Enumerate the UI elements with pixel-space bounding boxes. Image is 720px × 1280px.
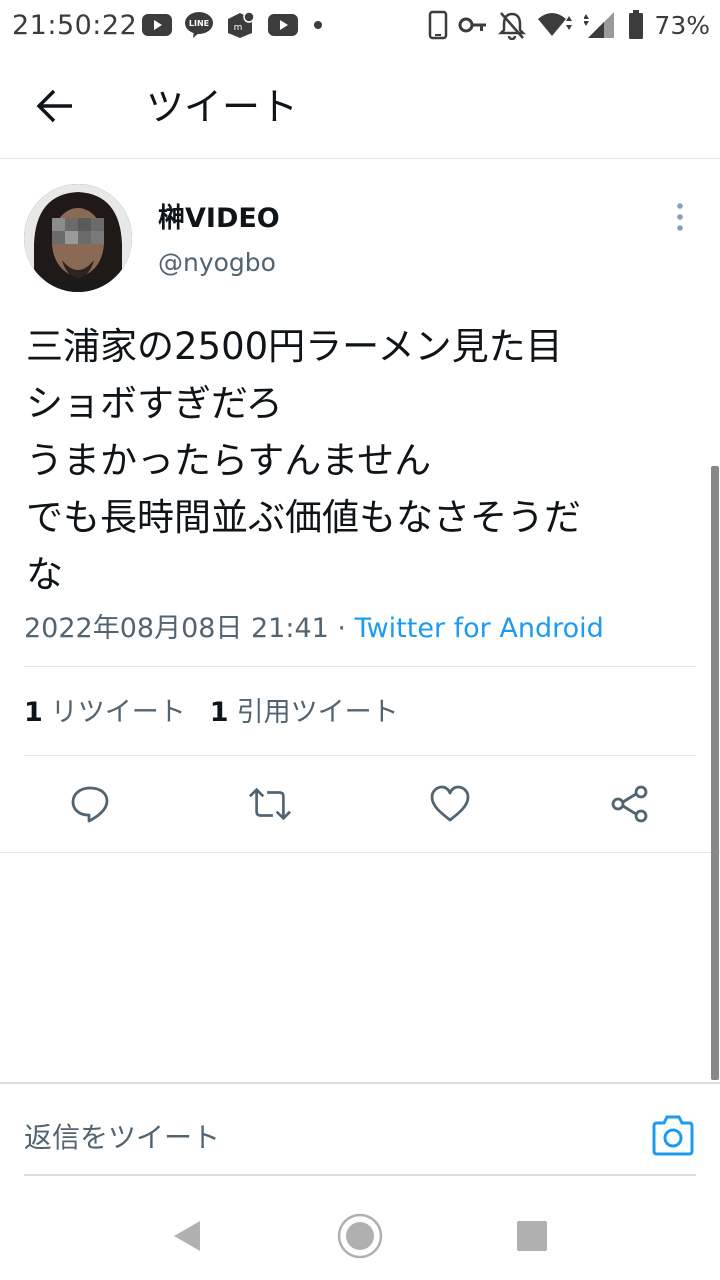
retweet-count: 1 bbox=[24, 697, 43, 728]
dot-icon bbox=[314, 21, 322, 29]
tweet-text-line: 三浦家の2500円ラーメン見た目 bbox=[26, 325, 563, 368]
app-icon: m bbox=[228, 11, 255, 38]
meta-separator: · bbox=[328, 613, 355, 644]
reply-bar: 返信をツイート bbox=[0, 1082, 720, 1188]
system-icons: 73% bbox=[428, 8, 710, 42]
quotes-stat[interactable]: 1 引用ツイート bbox=[210, 697, 399, 728]
tweet-text-line: ショボすぎだろ bbox=[26, 382, 283, 425]
svg-text:LINE: LINE bbox=[189, 19, 209, 28]
bell-off-icon bbox=[498, 12, 527, 40]
tweet-actions bbox=[0, 780, 720, 830]
system-nav-bar bbox=[0, 1188, 720, 1280]
more-vertical-icon bbox=[677, 203, 683, 231]
quote-count: 1 bbox=[209, 697, 229, 728]
quote-label: 引用ツイート bbox=[236, 697, 399, 728]
retweet-label: リツイート bbox=[50, 697, 186, 728]
divider bbox=[0, 852, 720, 853]
tweet-stats: 1 リツイート 1 引用ツイート bbox=[24, 690, 399, 729]
reply-icon bbox=[71, 786, 109, 823]
tweet-text-line: な bbox=[26, 553, 63, 596]
key-icon bbox=[458, 17, 487, 33]
avatar[interactable] bbox=[24, 184, 132, 292]
nav-back-icon bbox=[174, 1221, 200, 1251]
nav-home-button[interactable] bbox=[336, 1212, 384, 1260]
nav-home-icon bbox=[337, 1213, 383, 1259]
back-arrow-icon bbox=[36, 89, 72, 123]
camera-button[interactable] bbox=[650, 1114, 696, 1158]
wifi-icon bbox=[538, 13, 573, 36]
tweet-source-link[interactable]: Twitter for Android bbox=[355, 613, 604, 644]
tweet-meta: 2022年08月08日 21:41 · Twitter for Android bbox=[24, 606, 604, 645]
tweet-text: 三浦家の2500円ラーメン見た目 ショボすぎだろ うまかったらすんません でも長… bbox=[26, 318, 702, 603]
tweet-timestamp: 2022年08月08日 21:41 bbox=[24, 613, 329, 644]
phone-icon bbox=[429, 10, 448, 40]
reply-button[interactable] bbox=[68, 780, 112, 828]
battery-icon bbox=[629, 10, 644, 39]
nav-recents-icon bbox=[517, 1221, 547, 1251]
divider bbox=[24, 755, 696, 756]
back-button[interactable] bbox=[34, 86, 78, 126]
app-header: ツイート bbox=[0, 52, 720, 159]
notification-icons: LINE m bbox=[142, 11, 326, 39]
page-title: ツイート bbox=[146, 85, 299, 129]
status-bar: 21:50:22 LINE m 73% bbox=[0, 0, 720, 52]
status-time: 21:50:22 bbox=[12, 10, 138, 41]
svg-text:m: m bbox=[234, 23, 243, 33]
reply-underline bbox=[24, 1174, 696, 1176]
youtube-icon bbox=[268, 14, 298, 36]
battery-percent: 73% bbox=[654, 10, 710, 40]
retweet-icon bbox=[248, 787, 292, 821]
author-handle[interactable]: @nyogbo bbox=[158, 248, 276, 277]
scrollbar[interactable] bbox=[711, 466, 719, 1080]
nav-recents-button[interactable] bbox=[508, 1212, 556, 1260]
retweets-stat[interactable]: 1 リツイート bbox=[24, 697, 186, 728]
tweet-text-line: でも長時間並ぶ価値もなさそうだ bbox=[26, 496, 581, 539]
more-options-button[interactable] bbox=[670, 200, 690, 234]
divider bbox=[24, 666, 696, 667]
youtube-icon bbox=[142, 14, 172, 36]
like-button[interactable] bbox=[428, 780, 472, 828]
share-icon bbox=[611, 785, 648, 823]
camera-icon bbox=[652, 1115, 694, 1156]
share-button[interactable] bbox=[608, 780, 652, 828]
retweet-button[interactable] bbox=[248, 780, 292, 828]
like-icon bbox=[430, 785, 470, 822]
line-icon: LINE bbox=[185, 12, 213, 38]
nav-back-button[interactable] bbox=[162, 1212, 210, 1260]
author-name[interactable]: 榊VIDEO bbox=[158, 196, 280, 235]
tweet-text-line: うまかったらすんません bbox=[26, 439, 432, 482]
signal-icon bbox=[584, 12, 615, 38]
reply-input[interactable]: 返信をツイート bbox=[24, 1116, 220, 1156]
